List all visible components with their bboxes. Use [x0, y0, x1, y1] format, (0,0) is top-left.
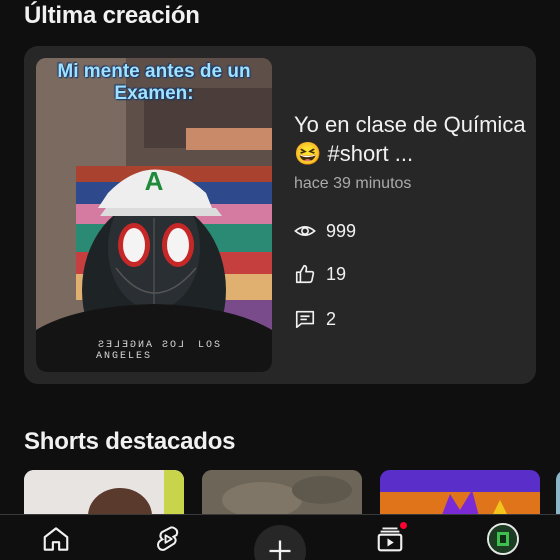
likes-stat: 19 — [294, 263, 346, 285]
comment-icon — [295, 310, 315, 329]
nav-shorts[interactable] — [152, 523, 184, 555]
eye-icon — [294, 226, 316, 236]
video-time: hace 39 minutos — [294, 175, 412, 192]
comments-stat: 2 — [294, 308, 336, 330]
shirt-text-mirrored: LOS ANGELES — [96, 340, 185, 351]
thumbnail-caption: Mi mente antes de un Examen: — [57, 61, 251, 104]
bottom-navigation — [0, 514, 560, 560]
video-title[interactable]: Yo en clase de Química 😆 #short ... — [294, 110, 526, 168]
likes-count: 19 — [326, 263, 347, 284]
short-thumbnail — [380, 470, 540, 520]
notification-dot — [399, 521, 408, 530]
shorts-icon — [157, 526, 179, 551]
views-stat: 999 — [294, 220, 356, 242]
shirt-text: LOS ANGELES LOS ANGELES — [96, 340, 226, 362]
nav-subscriptions[interactable] — [374, 521, 408, 555]
views-count: 999 — [326, 220, 357, 241]
create-plus-icon — [269, 540, 291, 560]
short-thumbnail — [202, 470, 362, 520]
home-icon — [43, 527, 69, 551]
svg-text:A: A — [145, 166, 164, 196]
avatar-image — [489, 525, 517, 553]
short-tile[interactable] — [202, 470, 362, 520]
short-tile[interactable] — [556, 470, 560, 520]
subscriptions-icon-wrap — [375, 521, 408, 554]
latest-section-title: Última creación — [24, 2, 200, 29]
short-thumbnail — [24, 470, 184, 520]
latest-video-card[interactable]: A Mi mente antes de un Examen: LOS ANGEL… — [24, 46, 536, 384]
nav-you[interactable] — [487, 523, 519, 555]
avatar — [487, 523, 519, 555]
shorts-section-title: Shorts destacados — [24, 428, 236, 455]
comments-count: 2 — [326, 308, 337, 329]
thumbnail-image: A — [36, 58, 272, 372]
short-tile[interactable] — [24, 470, 184, 520]
thumbs-up-icon — [295, 264, 315, 284]
nav-create[interactable] — [254, 525, 306, 560]
video-thumbnail[interactable]: A Mi mente antes de un Examen: LOS ANGEL… — [36, 58, 272, 372]
nav-home[interactable] — [40, 523, 72, 555]
short-tile[interactable] — [380, 470, 540, 520]
